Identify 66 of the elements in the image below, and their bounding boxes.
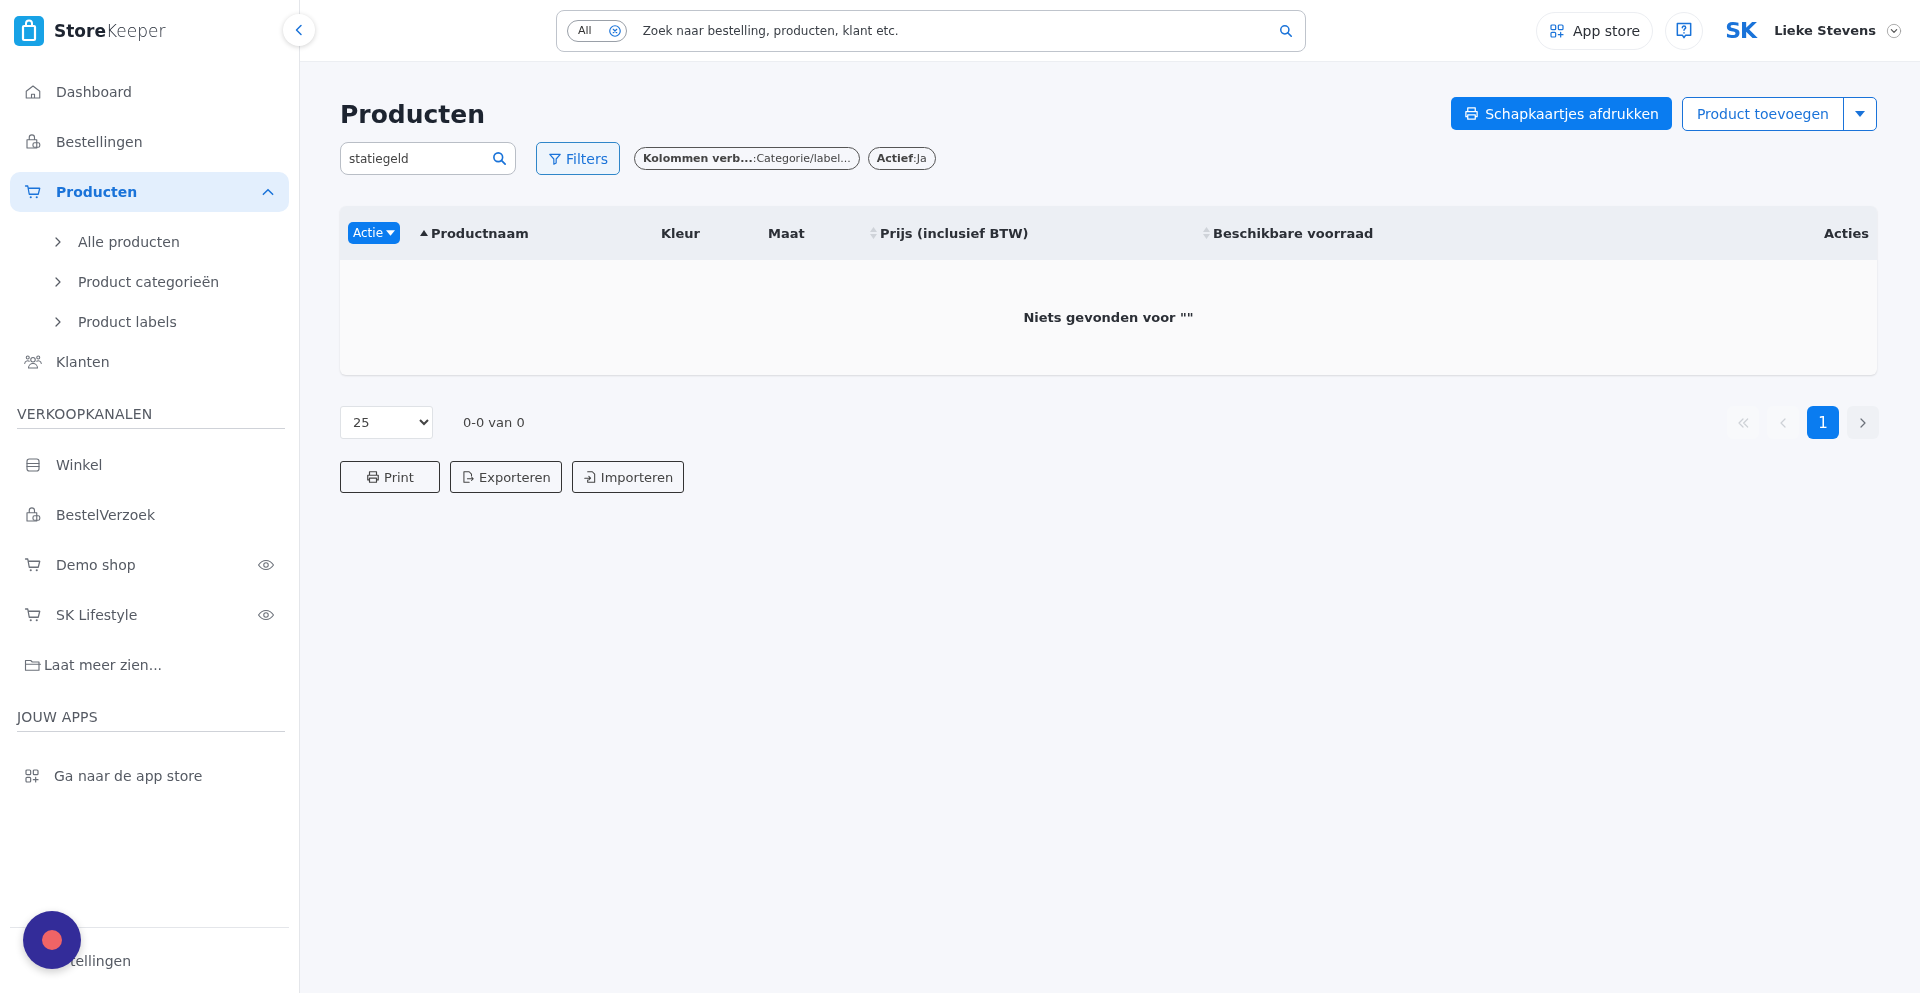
filter-chip[interactable]: Kolommen verb...:Categorie/label... [633, 147, 860, 170]
print-button[interactable]: Print [340, 461, 440, 493]
apps-icon [24, 768, 40, 784]
chevron-down-icon [1886, 22, 1902, 39]
column-header: Maat [768, 225, 806, 241]
help-button[interactable] [1665, 11, 1704, 50]
filter-icon [548, 151, 562, 166]
nav-item[interactable]: Klanten [10, 342, 289, 382]
column-header: Acties [1824, 225, 1869, 241]
nav-item[interactable]: SK Lifestyle [10, 595, 289, 635]
print-labels-button[interactable]: Schapkaartjes afdrukken [1451, 97, 1672, 130]
column-header[interactable]: Beschikbare voorraad [1203, 225, 1824, 241]
global-search-field[interactable]: All Zoek naar bestelling, producten, klant etc. [556, 9, 1306, 52]
column-header: Kleur [661, 225, 701, 241]
sub-nav-item[interactable]: Product categorieën [10, 262, 289, 302]
clear-icon [607, 23, 622, 38]
app-store-button[interactable]: App store [1536, 11, 1654, 50]
search-icon [1279, 23, 1293, 38]
nav-item[interactable]: Demo shop [10, 545, 289, 585]
page-button[interactable]: 1 [1807, 406, 1839, 439]
column-header[interactable]: Productnaam [420, 225, 661, 241]
import-button[interactable]: Importeren [571, 461, 685, 493]
filter-chip[interactable]: Actief:Ja [867, 147, 936, 170]
import-icon [582, 470, 597, 484]
sub-nav-item[interactable]: Product labels [10, 302, 289, 342]
store-icon [24, 456, 42, 474]
collapse-button[interactable] [283, 14, 315, 46]
apps-icon [1549, 22, 1565, 39]
action-dropdown-button[interactable]: Actie [348, 222, 400, 244]
home-icon [24, 83, 42, 101]
nav-item[interactable]: Producten [10, 172, 289, 212]
nav-item[interactable]: Bestellingen [10, 122, 289, 162]
page-size-select[interactable]: 25 [340, 406, 433, 439]
user-menu[interactable]: Lieke Stevens [1768, 21, 1908, 40]
product-search-field[interactable]: statiegeld [340, 142, 516, 175]
nav-item[interactable]: Ga naar de app store [10, 756, 289, 796]
nav-item[interactable]: BestelVerzoek [10, 495, 289, 535]
nav-item[interactable]: Dashboard [10, 72, 289, 112]
caret-down-icon [386, 230, 395, 236]
pager-button[interactable] [1847, 406, 1879, 439]
empty-message: Niets gevonden voor "" [1023, 310, 1194, 325]
export-button[interactable]: Exporteren [450, 461, 562, 493]
cart-icon [24, 183, 42, 201]
bag-icon [24, 133, 42, 151]
section-heading: JOUW APPS [17, 709, 285, 732]
filters-button[interactable]: Filters [536, 142, 620, 175]
bag-icon [24, 506, 42, 524]
sub-nav-item[interactable]: Alle producten [10, 222, 289, 262]
brand-name: StoreKeeper [54, 21, 166, 41]
shopping-bag-logo-icon [14, 16, 44, 46]
nav-item[interactable]: Laat meer zien... [10, 645, 289, 685]
printer-icon [1464, 106, 1480, 121]
cart-icon [24, 556, 42, 574]
column-header[interactable]: Prijs (inclusief BTW) [870, 225, 1203, 241]
company-logo: SK [1725, 19, 1757, 42]
nav-item[interactable]: Winkel [10, 445, 289, 485]
page-title: Producten [340, 99, 486, 129]
cart-icon [24, 606, 42, 624]
chevron-left-icon [293, 22, 305, 38]
export-icon [461, 470, 475, 484]
people-icon [24, 353, 42, 371]
search-icon [492, 151, 507, 166]
caret-down-icon [1855, 111, 1865, 117]
result-range: 0-0 van 0 [463, 415, 525, 430]
printer-icon [366, 470, 381, 484]
section-heading: VERKOOPKANALEN [17, 406, 285, 429]
